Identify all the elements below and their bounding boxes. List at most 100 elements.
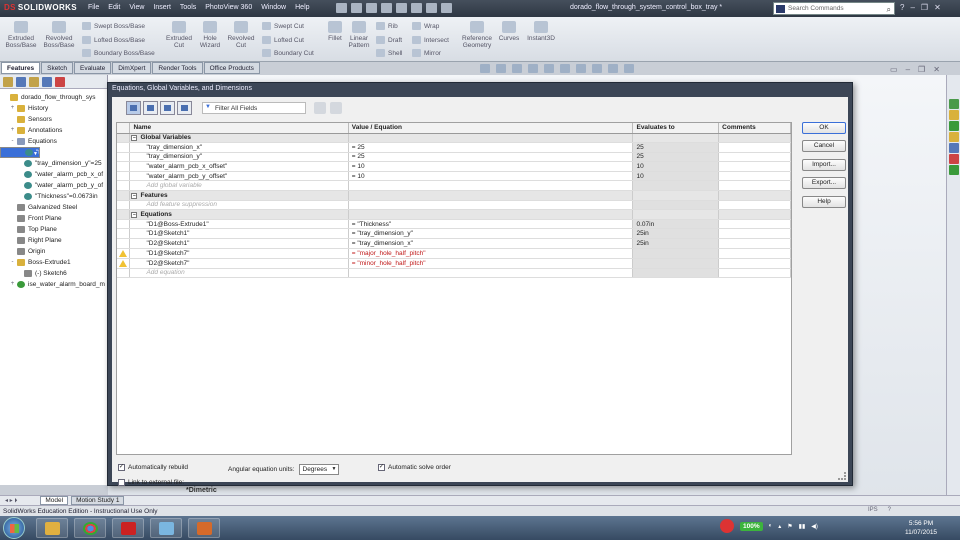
- value-equation-cell[interactable]: = 10: [348, 161, 634, 172]
- tray-icon[interactable]: ◐: [769, 523, 773, 529]
- new-doc-icon[interactable]: [336, 3, 347, 13]
- instant3d-button[interactable]: Instant3D: [524, 21, 558, 42]
- comments-cell[interactable]: [718, 171, 791, 182]
- start-button[interactable]: [3, 517, 25, 539]
- menu-item-help[interactable]: Help: [295, 4, 309, 11]
- tree-node[interactable]: Sensors: [0, 114, 107, 125]
- previous-view-icon[interactable]: [512, 64, 522, 73]
- lofted-cut-button[interactable]: Lofted Cut: [262, 36, 304, 44]
- value-equation-cell[interactable]: = 25: [348, 152, 634, 163]
- name-cell[interactable]: "D1@Boss-Extrude1": [129, 219, 349, 230]
- hole-wizard-button[interactable]: Hole Wizard: [196, 21, 224, 49]
- name-cell[interactable]: "D1@Sketch1": [129, 228, 349, 240]
- comments-cell[interactable]: [718, 200, 791, 211]
- view-orientation-icon[interactable]: [544, 64, 554, 73]
- tree-node[interactable]: Right Plane: [0, 235, 107, 246]
- value-equation-cell[interactable]: [348, 200, 634, 211]
- import-button[interactable]: Import...: [802, 159, 846, 171]
- menu-item-photoview-360[interactable]: PhotoView 360: [205, 4, 252, 11]
- expand-toggle[interactable]: +: [9, 279, 16, 290]
- menu-item-insert[interactable]: Insert: [153, 4, 171, 11]
- export-button[interactable]: Export...: [802, 177, 846, 189]
- name-cell[interactable]: "D2@Sketch7": [129, 258, 349, 269]
- rib-button[interactable]: Rib: [376, 22, 398, 30]
- feature-manager-icon[interactable]: [16, 77, 26, 87]
- mirror-button[interactable]: Mirror: [412, 49, 441, 57]
- zoom-area-icon[interactable]: [496, 64, 506, 73]
- add-cell[interactable]: Add feature suppression: [129, 200, 349, 211]
- appearance-icon[interactable]: [592, 64, 602, 73]
- add-row[interactable]: Add equation: [117, 268, 791, 279]
- doc-restore-icon[interactable]: ❐: [918, 65, 925, 74]
- help-button[interactable]: Help: [802, 196, 846, 208]
- tree-node[interactable]: Galvanized Steel: [0, 202, 107, 213]
- curves-button[interactable]: Curves: [496, 21, 522, 42]
- comments-cell[interactable]: [718, 152, 791, 163]
- doc-close-icon[interactable]: ✕: [933, 65, 940, 74]
- flag-icon[interactable]: ⚑: [787, 523, 792, 530]
- collapse-icon[interactable]: −: [131, 135, 138, 142]
- menu-item-view[interactable]: View: [129, 4, 144, 11]
- extruded-boss-button[interactable]: Extruded Boss/Base: [4, 21, 38, 49]
- section-title[interactable]: − Features: [129, 190, 349, 201]
- lofted-boss-button[interactable]: Lofted Boss/Base: [82, 36, 145, 44]
- tree-node[interactable]: - Boss-Extrude1: [0, 257, 107, 268]
- value-equation-cell[interactable]: = "major_hole_half_pitch": [348, 248, 634, 259]
- boundary-cut-button[interactable]: Boundary Cut: [262, 49, 314, 57]
- tab-office-products[interactable]: Office Products: [203, 62, 260, 74]
- menu-item-edit[interactable]: Edit: [108, 4, 120, 11]
- equation-row[interactable]: "D2@Sketch7" = "minor_hole_half_pitch": [117, 258, 791, 269]
- search-icon[interactable]: ⌕: [887, 5, 891, 15]
- volume-icon[interactable]: ◀): [811, 523, 818, 530]
- automatically-rebuild-checkbox[interactable]: ✓ Automatically rebuild: [118, 464, 188, 471]
- tab-render-tools[interactable]: Render Tools: [152, 62, 203, 74]
- column-value-equation[interactable]: Value / Equation: [348, 123, 634, 134]
- name-cell[interactable]: "water_alarm_pcb_y_offset": [129, 171, 349, 182]
- value-equation-cell[interactable]: = 25: [348, 142, 634, 153]
- value-equation-cell[interactable]: = "tray_dimension_y": [348, 228, 634, 240]
- comments-cell[interactable]: [718, 161, 791, 172]
- expand-toggle[interactable]: -: [9, 257, 16, 268]
- tab-scroll-arrows[interactable]: ◂ ▸ ⏵: [5, 497, 17, 505]
- comments-cell[interactable]: [718, 180, 791, 192]
- appearances-icon[interactable]: [949, 143, 959, 153]
- value-equation-cell[interactable]: = "tray_dimension_x": [348, 238, 634, 249]
- solidworks-taskbar-button[interactable]: [112, 518, 144, 538]
- extruded-cut-button[interactable]: Extruded Cut: [164, 21, 194, 49]
- signal-icon[interactable]: ▮▮: [799, 523, 806, 530]
- equation-row[interactable]: "tray_dimension_x" = 25 25: [117, 142, 791, 153]
- equation-row[interactable]: "D1@Sketch1" = "tray_dimension_y" 25in: [117, 228, 791, 240]
- tab-evaluate[interactable]: Evaluate: [73, 62, 112, 74]
- column-evaluates-to[interactable]: Evaluates to: [632, 123, 720, 134]
- equation-row[interactable]: "water_alarm_pcb_x_offset" = 10 10: [117, 161, 791, 172]
- comments-cell[interactable]: [718, 268, 791, 279]
- tree-node[interactable]: "tray_dimension_y"=25: [0, 158, 107, 169]
- tree-node[interactable]: "water_alarm_pcb_x_of: [0, 169, 107, 180]
- print-icon[interactable]: [381, 3, 392, 13]
- expand-toggle[interactable]: +: [9, 103, 16, 114]
- tray-arrow-icon[interactable]: ▴: [778, 523, 781, 530]
- resources-icon[interactable]: [949, 99, 959, 109]
- comments-cell[interactable]: [718, 258, 791, 269]
- collapse-icon[interactable]: −: [131, 212, 138, 219]
- name-cell[interactable]: "D1@Sketch7": [129, 248, 349, 259]
- tab-sketch[interactable]: Sketch: [41, 62, 73, 74]
- close-icon[interactable]: ✕: [934, 3, 941, 12]
- ordered-view-button[interactable]: [177, 101, 192, 115]
- swept-boss-button[interactable]: Swept Boss/Base: [82, 22, 145, 30]
- tree-node[interactable]: (-) Sketch6: [0, 268, 107, 279]
- comments-cell[interactable]: [718, 238, 791, 249]
- tree-node[interactable]: "water_alarm_pcb_y_of: [0, 180, 107, 191]
- doc-minimize-icon[interactable]: –: [906, 65, 910, 74]
- comments-cell[interactable]: [718, 219, 791, 230]
- chrome-taskbar-button[interactable]: [74, 518, 106, 538]
- equation-row[interactable]: "D1@Sketch7" = "major_hole_half_pitch": [117, 248, 791, 259]
- revolved-cut-button[interactable]: Revolved Cut: [226, 21, 256, 49]
- scene-icon[interactable]: [608, 64, 618, 73]
- solidworks-forum-icon[interactable]: [949, 165, 959, 175]
- equation-row[interactable]: "water_alarm_pcb_y_offset" = 10 10: [117, 171, 791, 182]
- tree-node[interactable]: + Annotations: [0, 125, 107, 136]
- sketch-equation-view-button[interactable]: [143, 101, 158, 115]
- search-commands-input[interactable]: Search Commands ⌕: [773, 2, 895, 15]
- add-row[interactable]: Add feature suppression: [117, 200, 791, 211]
